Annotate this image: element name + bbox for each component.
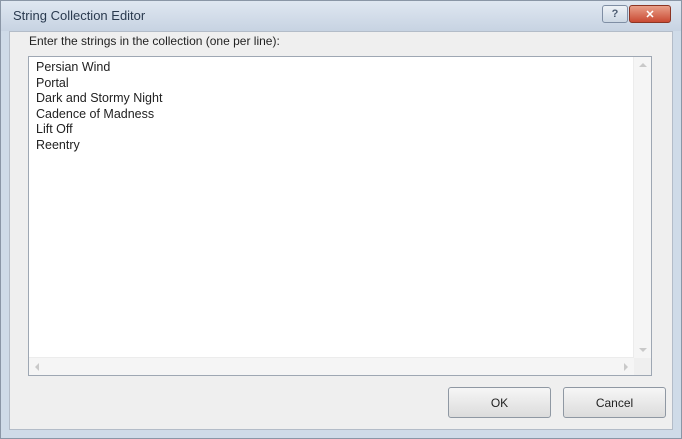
arrow-up-icon[interactable] — [639, 63, 647, 67]
horizontal-scrollbar[interactable] — [29, 357, 634, 375]
title-bar[interactable]: String Collection Editor ? ✕ — [1, 1, 681, 31]
window-title: String Collection Editor — [13, 8, 146, 23]
help-button[interactable]: ? — [602, 5, 628, 23]
string-line: Persian Wind — [36, 60, 111, 74]
question-mark-icon: ? — [611, 8, 619, 20]
string-line: Cadence of Madness — [36, 106, 155, 121]
strings-textarea[interactable]: Persian Wind Portal Dark and Stormy Nigh… — [28, 56, 652, 376]
strings-lines: Persian Wind Portal Dark and Stormy Nigh… — [36, 60, 162, 153]
string-collection-editor-window: String Collection Editor ? ✕ Enter the s… — [0, 0, 682, 439]
arrow-right-icon[interactable] — [624, 363, 628, 371]
close-icon: ✕ — [645, 8, 655, 21]
scrollbar-corner — [634, 358, 651, 375]
vertical-scrollbar[interactable] — [633, 57, 651, 358]
string-line: Lift Off — [36, 122, 73, 136]
string-line: Reentry — [36, 137, 80, 152]
instructions-label: Enter the strings in the collection (one… — [29, 34, 280, 48]
ok-button[interactable]: OK — [448, 387, 551, 418]
cancel-button[interactable]: Cancel — [563, 387, 666, 418]
arrow-down-icon[interactable] — [639, 348, 647, 352]
arrow-left-icon[interactable] — [35, 363, 39, 371]
close-button[interactable]: ✕ — [629, 5, 671, 23]
string-line: Dark and Stormy Night — [36, 91, 163, 105]
string-line: Portal — [36, 75, 69, 90]
